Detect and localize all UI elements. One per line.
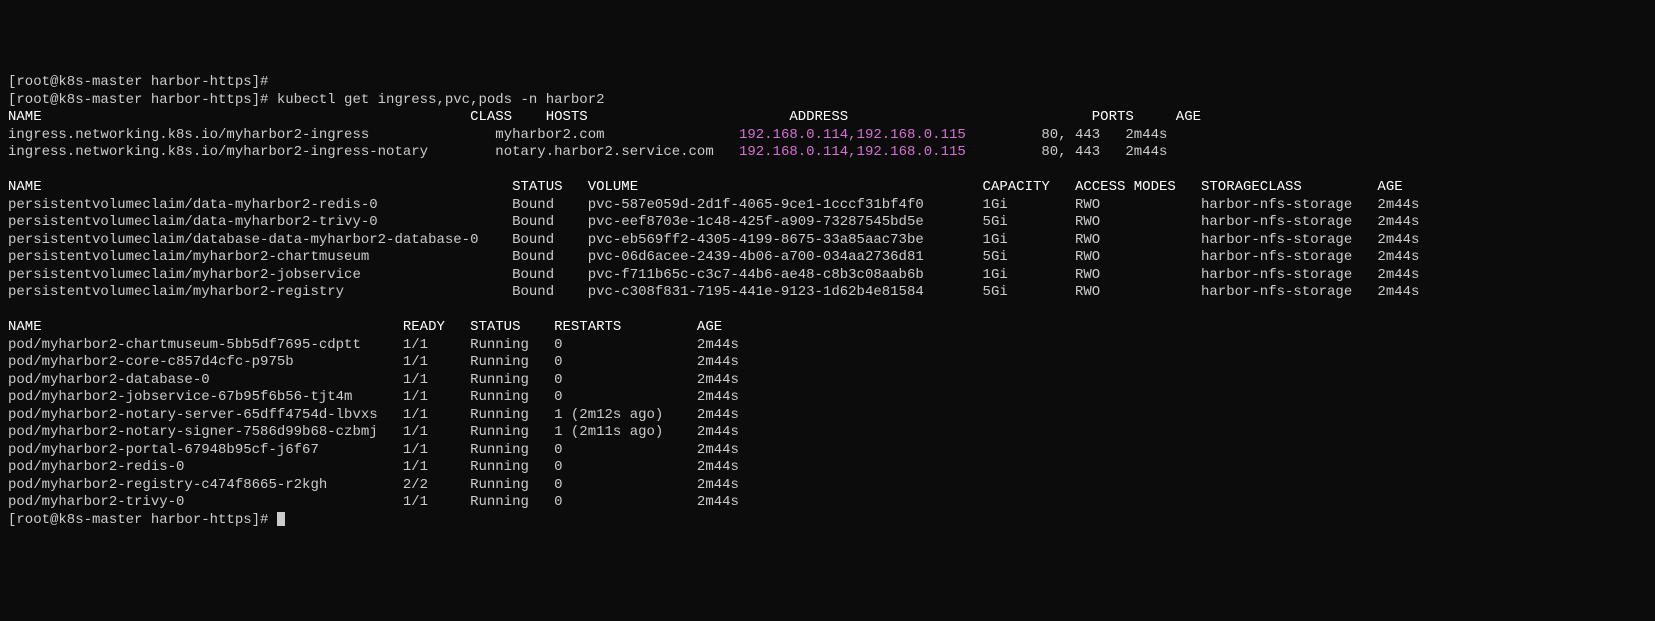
pods-table: NAME READY STATUS RESTARTS AGE pod/myhar…: [8, 319, 739, 510]
ingress-table: NAME CLASS HOSTS ADDRESS PORTS AGE ingre…: [8, 109, 1201, 160]
command-text: kubectl get ingress,pvc,pods -n harbor2: [277, 92, 605, 108]
terminal-output[interactable]: [root@k8s-master harbor-https]# [root@k8…: [8, 74, 1647, 529]
prompt-line: [root@k8s-master harbor-https]#: [8, 512, 277, 528]
prompt-line: [root@k8s-master harbor-https]#: [8, 74, 268, 90]
prompt-line: [root@k8s-master harbor-https]#: [8, 92, 277, 108]
cursor: [277, 512, 285, 526]
pvc-table: NAME STATUS VOLUME CAPACITY ACCESS MODES…: [8, 179, 1419, 300]
